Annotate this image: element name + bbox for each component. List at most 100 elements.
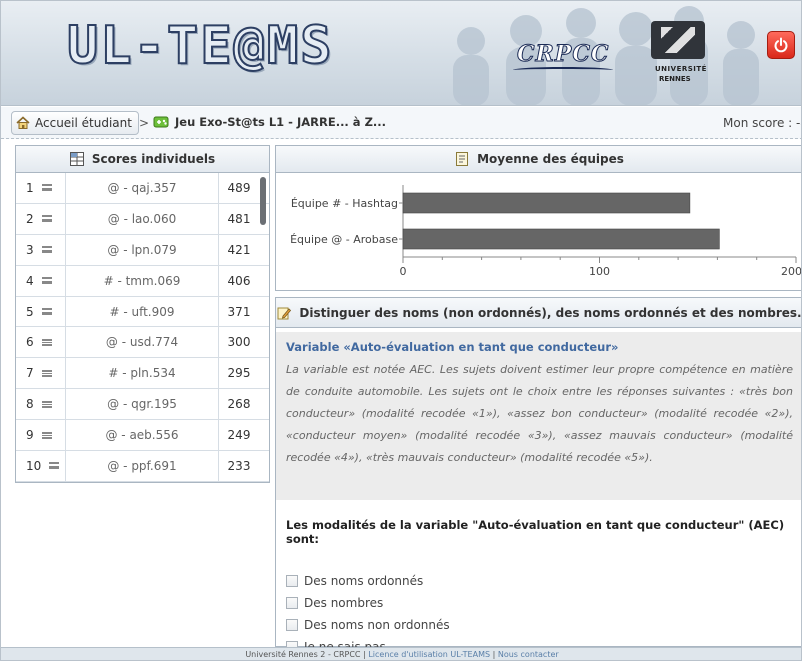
header-banner: UL-TE@MS CRPCC UNIVERSITÉ RENNES (1, 1, 801, 106)
rank-cell: 9 (16, 420, 66, 451)
university-logo-line1: UNIVERSITÉ (655, 65, 707, 73)
home-button[interactable]: Accueil étudiant (11, 111, 139, 135)
footer: Université Rennes 2 - CRPCC | Licence d'… (1, 647, 801, 660)
rank-number: 4 (26, 273, 34, 288)
game-icon (153, 116, 169, 128)
score-row[interactable]: 9 @ - aeb.556 249 (16, 420, 269, 452)
breadcrumb-game[interactable]: Jeu Exo-St@ts L1 - JARRE... à Z... (153, 114, 386, 130)
player-points: 300 (227, 335, 251, 350)
scrollbar-thumb[interactable] (260, 177, 266, 225)
answer-option-label: Des nombres (304, 596, 384, 610)
score-row[interactable]: 1 @ - qaj.357 489 (16, 173, 269, 204)
crpcc-swoosh (513, 67, 613, 73)
player-name: @ - aeb.556 (66, 420, 219, 451)
menu-lines-icon (41, 431, 52, 439)
individual-scores-panel: Scores individuels 1 @ - qaj.357 489 2 @ - l… (15, 145, 270, 483)
score-row[interactable]: 6 @ - usd.774 300 (16, 327, 269, 359)
answer-option[interactable]: Des noms non ordonnés (286, 614, 801, 636)
team-average-title: Moyenne des équipes (477, 152, 624, 166)
menu-lines-icon (41, 277, 52, 285)
score-row[interactable]: 4 # - tmm.069 406 (16, 265, 269, 297)
license-link[interactable]: Licence d'utilisation UL-TEAMS (368, 650, 490, 659)
player-points: 233 (227, 458, 251, 473)
university-logo: UNIVERSITÉ RENNES (647, 21, 709, 91)
rank-number: 5 (26, 304, 34, 319)
question-text: Les modalités de la variable "Auto-évalu… (286, 518, 785, 546)
player-name: # - uft.909 (66, 296, 219, 327)
menu-lines-icon (41, 215, 52, 223)
player-points: 406 (227, 273, 251, 288)
rank-cell: 8 (16, 389, 66, 420)
footer-separator-1: | (363, 650, 366, 659)
rank-number: 9 (26, 428, 34, 443)
score-row[interactable]: 10 @ - ppf.691 233 (16, 451, 269, 482)
my-score: Mon score : -4 (723, 116, 802, 130)
breadcrumb: Accueil étudiant > Jeu Exo-St@ts L1 - JA… (1, 107, 802, 139)
document-chart-icon (456, 152, 469, 166)
score-row[interactable]: 8 @ - qgr.195 268 (16, 389, 269, 421)
menu-lines-icon (49, 462, 60, 470)
answer-option-label: Des noms non ordonnés (304, 618, 450, 632)
rank-cell: 3 (16, 234, 66, 265)
answer-option[interactable]: Des nombres (286, 592, 801, 614)
footer-org: Université Rennes 2 - CRPCC (245, 650, 361, 659)
answer-options: Des noms ordonnés Des nombres Des noms non… (286, 570, 801, 658)
rank-cell: 6 (16, 327, 66, 358)
home-button-label: Accueil étudiant (35, 116, 132, 130)
score-row[interactable]: 5 # - uft.909 371 (16, 296, 269, 328)
university-mark-icon (651, 21, 705, 59)
player-points: 481 (227, 211, 251, 226)
menu-lines-icon (41, 338, 52, 346)
question-header-title: Distinguer des noms (non ordonnés), des … (299, 305, 802, 320)
answer-checkbox[interactable] (286, 619, 298, 631)
player-points: 489 (227, 180, 251, 195)
rank-number: 10 (26, 458, 42, 473)
crpcc-logo-text: CRPCC (516, 41, 610, 68)
player-name: @ - lpn.079 (66, 234, 219, 265)
breadcrumb-game-label: Jeu Exo-St@ts L1 - JARRE... à Z... (175, 115, 387, 129)
variable-title: Variable «Auto-évaluation en tant que co… (286, 340, 619, 354)
question-panel: Distinguer des noms (non ordonnés), des … (275, 297, 802, 654)
answer-option[interactable]: Des noms ordonnés (286, 570, 801, 592)
individual-scores-title: Scores individuels (91, 152, 216, 166)
menu-lines-icon (41, 369, 52, 377)
chart-bar (402, 228, 720, 250)
team-average-panel: Moyenne des équipes Équipe # - Hashtag Éq… (275, 145, 801, 291)
edit-note-icon (277, 307, 292, 319)
rank-number: 7 (26, 366, 34, 381)
app-frame: UL-TE@MS CRPCC UNIVERSITÉ RENNES Accueil… (0, 0, 802, 661)
rank-cell: 4 (16, 265, 66, 296)
player-name: @ - ppf.691 (66, 451, 219, 481)
app-logo: UL-TE@MS (66, 15, 334, 77)
team-average-chart: Équipe # - Hashtag Équipe @ - Arobase 0 100… (290, 185, 801, 278)
menu-lines-icon (41, 246, 52, 254)
x-tick-label: 100 (589, 265, 610, 278)
player-name: @ - lao.060 (66, 203, 219, 234)
player-points: 421 (227, 242, 251, 257)
answer-checkbox[interactable] (286, 597, 298, 609)
player-points: 249 (227, 428, 251, 443)
score-row[interactable]: 3 @ - lpn.079 421 (16, 234, 269, 266)
menu-lines-icon (41, 400, 52, 408)
answer-option-label: Des noms ordonnés (304, 574, 424, 588)
rank-cell: 7 (16, 358, 66, 389)
answer-checkbox[interactable] (286, 575, 298, 587)
power-icon (774, 37, 788, 53)
variable-description: La variable est notée AEC. Les sujets do… (286, 363, 793, 464)
rank-cell: 10 (16, 451, 66, 481)
rank-cell: 1 (16, 173, 66, 203)
logout-button[interactable] (767, 31, 795, 59)
scores-table[interactable]: 1 @ - qaj.357 489 2 @ - lao.060 481 3 @ - lpn.0… (16, 173, 269, 482)
rank-number: 1 (26, 180, 34, 195)
university-logo-line2: RENNES (659, 75, 691, 83)
x-tick-label: 0 (400, 265, 407, 278)
score-row[interactable]: 2 @ - lao.060 481 (16, 203, 269, 235)
rank-cell: 5 (16, 296, 66, 327)
breadcrumb-separator: > (139, 116, 150, 130)
rank-number: 3 (26, 242, 34, 257)
contact-link[interactable]: Nous contacter (498, 650, 559, 659)
menu-lines-icon (41, 308, 52, 315)
score-row[interactable]: 7 # - pln.534 295 (16, 358, 269, 390)
menu-lines-icon (41, 184, 52, 192)
player-name: # - pln.534 (66, 358, 219, 389)
